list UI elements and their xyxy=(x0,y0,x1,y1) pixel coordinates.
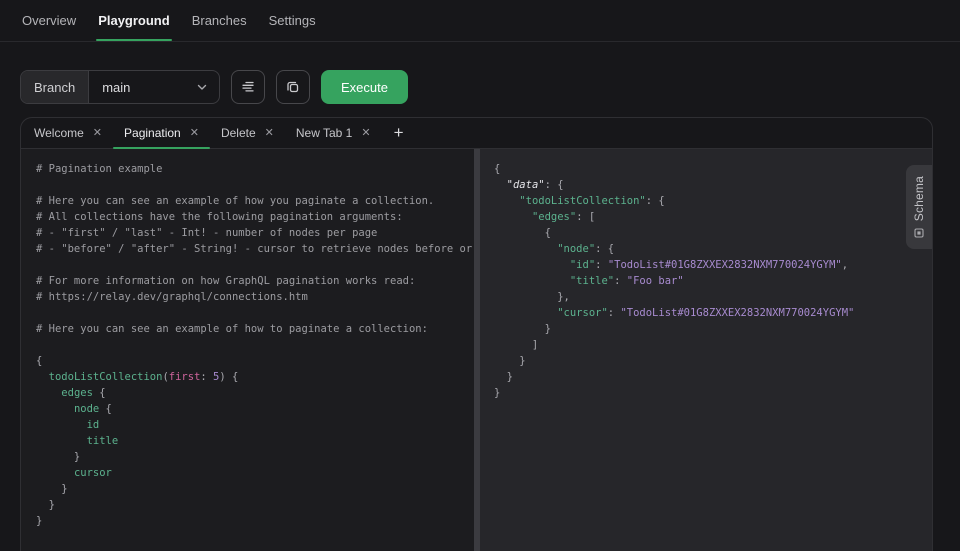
nav-item-overview[interactable]: Overview xyxy=(20,0,78,41)
editor-split: # Pagination example # Here you can see a… xyxy=(21,149,932,551)
close-icon[interactable]: ✕ xyxy=(265,127,274,139)
tab-delete[interactable]: Delete ✕ xyxy=(210,118,285,148)
nav-item-settings[interactable]: Settings xyxy=(267,0,318,41)
response-code: { "data": { "todoListCollection": { "edg… xyxy=(494,161,932,401)
code-line: "data": { xyxy=(506,179,564,191)
code-line: { xyxy=(494,227,551,239)
code-line: } xyxy=(494,387,501,399)
code-line: "cursor": "TodoList#01G8ZXXEX2832NXM7700… xyxy=(557,307,855,319)
code-line: { xyxy=(36,355,43,367)
chevron-down-icon xyxy=(196,81,208,93)
code-line: } xyxy=(36,483,68,495)
copy-button[interactable] xyxy=(276,70,310,104)
code-line: # - "first" / "last" - Int! - number of … xyxy=(36,227,378,239)
close-icon[interactable]: ✕ xyxy=(361,127,370,139)
schema-panel-label: Schema xyxy=(912,175,926,222)
code-line: todoListCollection(first: 5) { xyxy=(48,371,239,383)
code-line: # For more information on how GraphQL pa… xyxy=(36,275,416,287)
execute-button[interactable]: Execute xyxy=(321,70,408,104)
prettify-button[interactable] xyxy=(231,70,265,104)
code-line: # Here you can see an example of how you… xyxy=(36,195,435,207)
code-line: cursor xyxy=(73,467,112,479)
response-pane: { "data": { "todoListCollection": { "edg… xyxy=(480,149,932,551)
code-line: } xyxy=(36,515,43,527)
schema-panel-toggle[interactable]: Schema xyxy=(906,165,932,249)
query-editor-code[interactable]: # Pagination example # Here you can see a… xyxy=(36,161,474,529)
tab-new-tab-1[interactable]: New Tab 1 ✕ xyxy=(285,118,382,148)
tab-bar: Welcome ✕ Pagination ✕ Delete ✕ New Tab 1 ✕ + xyxy=(21,118,932,149)
schema-icon xyxy=(914,228,924,238)
code-line: id xyxy=(86,419,100,431)
top-nav: Overview Playground Branches Settings xyxy=(0,0,960,42)
close-icon[interactable]: ✕ xyxy=(93,127,102,139)
code-line: } xyxy=(494,355,526,367)
code-line: "node": { xyxy=(557,243,615,255)
top-nav-items: Overview Playground Branches Settings xyxy=(20,0,318,41)
code-line: "title": "Foo bar" xyxy=(569,275,684,287)
prettify-icon xyxy=(240,79,256,95)
tab-label: Pagination xyxy=(124,126,181,140)
tab-label: Welcome xyxy=(34,126,84,140)
code-line: ] xyxy=(494,339,539,351)
code-line: { xyxy=(494,163,501,175)
code-line: "id": "TodoList#01G8ZXXEX2832NXM770024YG… xyxy=(569,259,849,271)
nav-item-playground[interactable]: Playground xyxy=(96,0,172,41)
branch-select[interactable]: Branch main xyxy=(20,70,220,104)
code-line: } xyxy=(494,371,513,383)
code-line: }, xyxy=(494,291,570,303)
branch-select-value: main xyxy=(102,79,131,95)
branch-select-label: Branch xyxy=(21,71,90,103)
tab-welcome[interactable]: Welcome ✕ xyxy=(23,118,113,148)
tab-label: New Tab 1 xyxy=(295,126,353,140)
code-line: # All collections have the following pag… xyxy=(36,211,403,223)
code-line: # https://relay.dev/graphql/connections.… xyxy=(36,291,308,303)
tab-pagination[interactable]: Pagination ✕ xyxy=(113,118,210,149)
code-line: # Pagination example xyxy=(36,163,163,175)
code-line: "edges": [ xyxy=(531,211,596,223)
code-line: node { xyxy=(73,403,112,415)
code-line: } xyxy=(494,323,551,335)
toolbar: Branch main Execute xyxy=(20,70,960,104)
code-line: edges { xyxy=(61,387,106,399)
code-line: # - "before" / "after" - String! - curso… xyxy=(36,243,474,255)
code-line: } xyxy=(36,499,55,511)
code-line: "todoListCollection": { xyxy=(519,195,665,207)
query-editor-pane[interactable]: # Pagination example # Here you can see a… xyxy=(21,149,474,551)
add-tab-button[interactable]: + xyxy=(382,118,416,148)
nav-item-branches[interactable]: Branches xyxy=(190,0,249,41)
tab-label: Delete xyxy=(220,126,256,140)
playground-workspace: Welcome ✕ Pagination ✕ Delete ✕ New Tab 1 ✕ + # … xyxy=(20,117,933,551)
code-line: # Here you can see an example of how to … xyxy=(36,323,428,335)
copy-icon xyxy=(285,79,301,95)
code-line: title xyxy=(86,435,119,447)
code-line: } xyxy=(36,451,81,463)
close-icon[interactable]: ✕ xyxy=(190,127,199,139)
